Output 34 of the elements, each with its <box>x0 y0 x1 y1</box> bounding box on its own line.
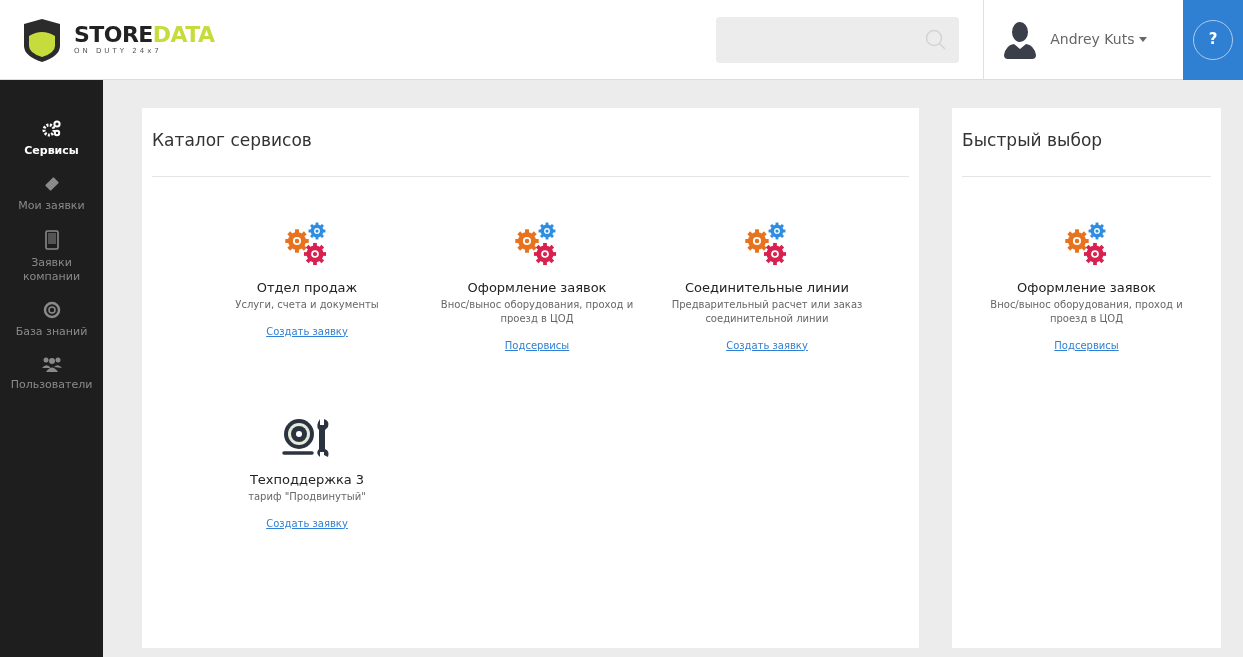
service-title: Оформление заявок <box>1017 278 1156 296</box>
user-menu[interactable]: Andrey Kuts <box>1050 29 1147 50</box>
service-description: Услуги, счета и документы <box>234 297 380 312</box>
lifebuoy-icon <box>42 301 61 319</box>
service-title: Соединительные линии <box>685 278 849 296</box>
logo-text: DATA <box>152 24 215 46</box>
service-link[interactable]: Создать заявку <box>266 515 348 531</box>
sidebar-item[interactable]: Мои заявки <box>0 175 103 213</box>
service-title: Оформление заявок <box>467 278 607 296</box>
users-icon <box>40 356 63 372</box>
service-link[interactable]: Подсервисы <box>504 337 570 353</box>
sidebar-item[interactable]: Заявки компании <box>0 230 103 284</box>
gears-icon <box>41 120 62 138</box>
user-avatar-icon <box>1002 20 1039 59</box>
gear-wrench-icon <box>282 416 332 459</box>
panel-title: Каталог сервисов <box>152 128 909 177</box>
service-link[interactable]: Создать заявку <box>726 337 808 353</box>
tablet-icon <box>44 230 59 250</box>
sidebar-item[interactable]: Сервисы <box>0 120 103 158</box>
service-title: Отдел продаж <box>256 278 358 296</box>
service-description: Предварительный расчет или заказ соединительной линии <box>670 297 864 326</box>
caret-icon <box>1138 37 1147 42</box>
sidebar-item[interactable]: Пользователи <box>0 356 103 392</box>
service-link[interactable]: Создать заявку <box>266 323 348 339</box>
search-field[interactable] <box>716 16 960 63</box>
service-description: тариф "Продвинутый" <box>247 489 367 504</box>
service-description: Внос/вынос оборудования, проход и проезд в ЦОД <box>989 297 1184 326</box>
service-link[interactable]: Подсервисы <box>1054 337 1119 353</box>
service-description: Внос/вынос оборудования, проход и проезд в ЦОД <box>439 297 635 326</box>
sidebar-item[interactable]: База знаний <box>0 301 103 339</box>
logo-text: STORE <box>74 24 153 46</box>
service-title: Техподдержка 3 <box>249 470 365 488</box>
search-icon <box>925 28 948 51</box>
panel-title: Быстрый выбор <box>962 128 1211 177</box>
